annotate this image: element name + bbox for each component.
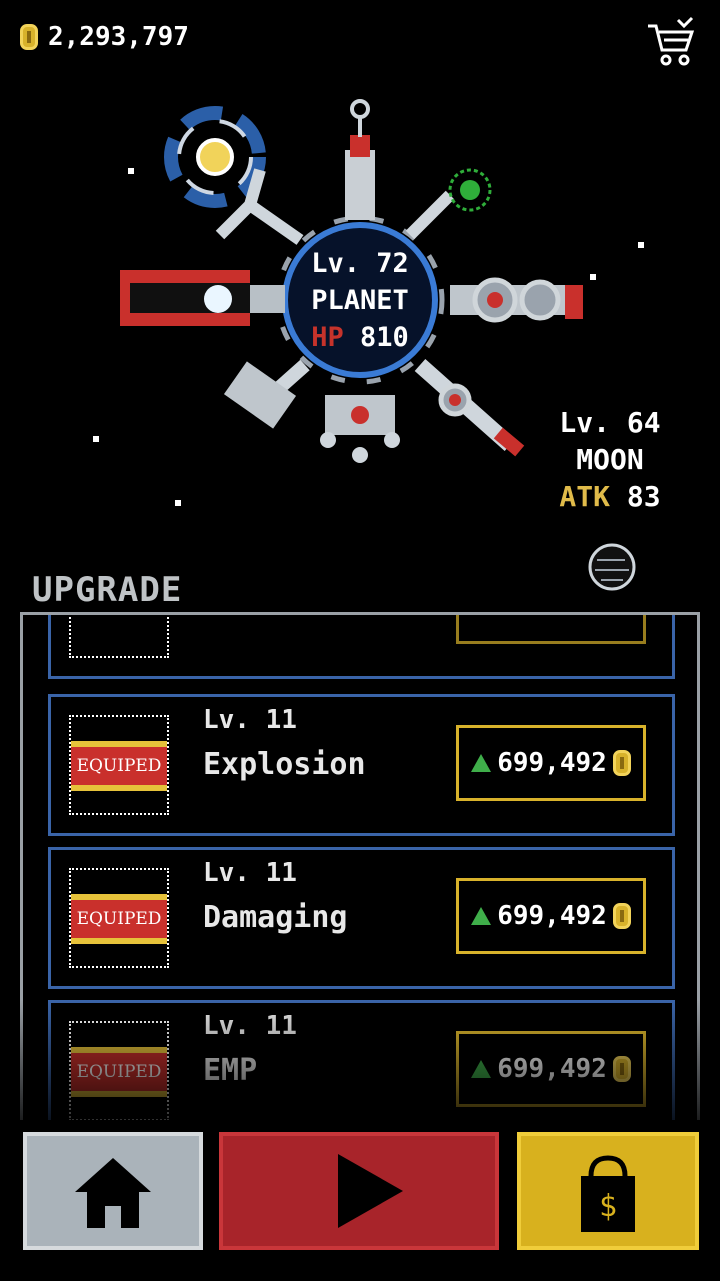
- upgrade-arrow-icon: [471, 1060, 492, 1078]
- upgrade-card[interactable]: EQUIPED Lv. 11 EMP 699,492: [48, 1000, 675, 1120]
- equiped-badge: EQUIPED: [71, 900, 167, 938]
- play-icon: [338, 1154, 403, 1228]
- upgrade-price-button[interactable]: 699,492: [456, 1031, 646, 1107]
- moon-stats: Lv. 64 MOON ATK 83: [540, 404, 680, 515]
- upgrade-price-button[interactable]: 699,492: [456, 878, 646, 954]
- upgrade-level: Lv. 11: [203, 1011, 297, 1041]
- coin-icon: [20, 24, 38, 50]
- play-button[interactable]: [219, 1132, 499, 1250]
- upgrade-name: Explosion: [203, 747, 366, 782]
- equiped-badge: EQUIPED: [71, 1053, 167, 1091]
- upgrade-thumbnail: EQUIPED: [69, 868, 169, 968]
- star: [638, 242, 644, 248]
- upgrade-price: 699,492: [497, 1054, 607, 1084]
- planet-level: Lv. 72: [311, 248, 409, 279]
- star: [175, 500, 181, 506]
- shop-button[interactable]: $: [517, 1132, 699, 1250]
- upgrade-name: EMP: [203, 1053, 258, 1088]
- upgrade-card[interactable]: [48, 615, 675, 679]
- coin-balance: 2,293,797: [20, 22, 189, 52]
- upgrade-name: Damaging: [203, 900, 348, 935]
- atk-value: 83: [626, 480, 661, 513]
- cart-icon[interactable]: [644, 16, 698, 70]
- moon-level: Lv. 64: [559, 406, 661, 439]
- upgrade-price: 699,492: [497, 901, 607, 931]
- coin-icon: [612, 1056, 631, 1082]
- upgrade-thumbnail: EQUIPED: [69, 1021, 169, 1120]
- upgrade-arrow-icon: [471, 754, 492, 772]
- vortex-module: [164, 106, 266, 208]
- planet-stats: Lv. 72 PLANET HP 810: [285, 245, 435, 356]
- home-icon: [75, 1158, 151, 1228]
- star: [590, 274, 596, 280]
- upgrade-arrow-icon: [471, 907, 492, 925]
- atk-label: ATK: [559, 480, 610, 513]
- hp-value: 810: [360, 322, 409, 353]
- upgrade-thumbnail: EQUIPED: [69, 715, 169, 815]
- upgrade-price-button[interactable]: 699,492: [456, 725, 646, 801]
- moon-name: MOON: [576, 443, 644, 476]
- planet-hp: HP 810: [285, 319, 435, 356]
- upgrade-card[interactable]: EQUIPED Lv. 11 Damaging 699,492: [48, 847, 675, 989]
- upgrade-thumbnail: [69, 615, 169, 658]
- upgrade-price: 699,492: [497, 748, 607, 778]
- planet-name: PLANET: [311, 285, 409, 316]
- shopping-bag-icon: $: [581, 1155, 635, 1232]
- coin-icon: [612, 750, 631, 776]
- hp-label: HP: [311, 322, 344, 353]
- upgrade-price-button[interactable]: [456, 615, 646, 644]
- coin-balance-value: 2,293,797: [48, 22, 189, 52]
- upgrade-title: UPGRADE: [32, 570, 183, 610]
- upgrade-card[interactable]: EQUIPED Lv. 11 Explosion 699,492: [48, 694, 675, 836]
- upgrade-list[interactable]: EQUIPED Lv. 11 Explosion 699,492 EQUIPED…: [20, 612, 700, 1120]
- moon-atk: ATK 83: [540, 478, 680, 515]
- equiped-badge: EQUIPED: [71, 747, 167, 785]
- star: [93, 436, 99, 442]
- svg-text:$: $: [599, 1189, 617, 1224]
- coin-icon: [612, 903, 631, 929]
- upgrade-level: Lv. 11: [203, 705, 297, 735]
- moon-icon[interactable]: [585, 540, 639, 594]
- upgrade-level: Lv. 11: [203, 858, 297, 888]
- home-button[interactable]: [23, 1132, 203, 1250]
